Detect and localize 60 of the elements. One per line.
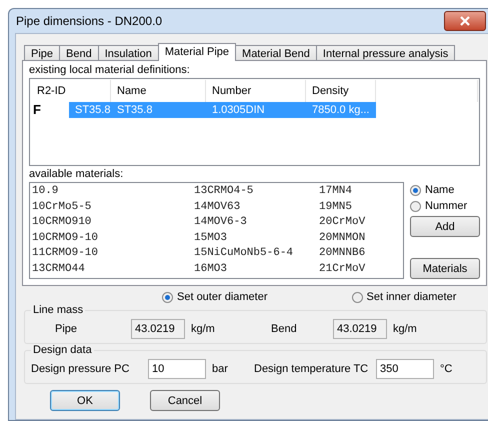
close-icon xyxy=(460,16,470,26)
radio-dot[interactable] xyxy=(352,292,362,302)
radio-option[interactable]: Set outer diameter xyxy=(162,291,268,303)
list-item[interactable]: 15NiCuMoNb5-6-4 xyxy=(194,246,319,262)
bend-mass-field[interactable]: 43.0219 xyxy=(333,319,387,339)
radio-dot[interactable] xyxy=(410,184,421,196)
tab[interactable]: Bend xyxy=(59,45,99,60)
tab[interactable]: Material Pipe xyxy=(158,43,236,61)
materials-button[interactable]: Materials xyxy=(410,258,480,279)
window-title: Pipe dimensions - DN200.0 xyxy=(16,14,162,28)
close-button[interactable] xyxy=(444,11,486,31)
field-label: Design pressure PC xyxy=(31,363,130,375)
list-item[interactable]: 19MN5 xyxy=(319,200,401,215)
list-item[interactable]: 20CrMoV xyxy=(319,215,401,230)
group-title: Design data xyxy=(31,344,94,356)
list-item[interactable]: 20MNNB6 xyxy=(319,246,401,262)
list-item[interactable]: 14MOV63 xyxy=(194,200,319,215)
list-item[interactable]: 11CRMO9-10 xyxy=(32,246,194,262)
pressure-field[interactable]: 10 xyxy=(148,359,206,379)
unit-label: bar xyxy=(212,363,229,375)
list-item[interactable]: 14MOV6-3 xyxy=(194,215,319,230)
list-item[interactable]: 20MNMON xyxy=(319,230,401,246)
unit-label: °C xyxy=(440,363,452,375)
group-title: Line mass xyxy=(31,304,86,316)
section-label: available materials: xyxy=(29,168,124,180)
list-row[interactable]: F ST35.8 ST35.8 1.0305DIN 7850.0 kg... xyxy=(31,102,478,118)
table-cell: ST35.8 xyxy=(111,102,206,118)
list-item[interactable]: 21CrMoV xyxy=(319,262,401,277)
list-item[interactable]: 13CRMO4-5 xyxy=(194,184,319,200)
unit-label: kg/m xyxy=(393,323,417,335)
list-item[interactable]: 10CRMO910 xyxy=(32,215,194,230)
radio-dot[interactable] xyxy=(410,200,421,212)
cancel-button[interactable]: Cancel xyxy=(150,390,220,411)
unit-label: kg/m xyxy=(191,323,216,335)
section-label: existing local material definitions: xyxy=(29,64,191,76)
tab[interactable]: Internal pressure analysis xyxy=(316,45,456,60)
temperature-field[interactable]: 350 xyxy=(376,359,434,379)
field-label: Pipe xyxy=(54,323,78,335)
field-label: Design temperature TC xyxy=(254,363,370,375)
pipe-mass-field[interactable]: 43.0219 xyxy=(131,319,185,339)
radio-option[interactable]: Nummer xyxy=(410,200,480,212)
radio-dot[interactable] xyxy=(162,292,173,302)
radio-option[interactable]: Name xyxy=(410,184,480,196)
list-item[interactable]: 15MO3 xyxy=(194,230,319,246)
field-label: Bend xyxy=(271,323,298,335)
list-item[interactable]: 10.9 xyxy=(32,184,194,200)
table-cell: 1.0305DIN xyxy=(206,102,306,118)
tab[interactable]: Pipe xyxy=(24,45,60,60)
radio-option[interactable]: Set inner diameter xyxy=(352,291,456,303)
list-item[interactable]: 17MN4 xyxy=(319,184,401,200)
list-item[interactable]: 10CrMo5-5 xyxy=(32,200,194,215)
tab[interactable]: Material Bend xyxy=(235,45,317,60)
table-cell: 7850.0 kg... xyxy=(306,102,376,118)
list-item[interactable]: 10CRMO9-10 xyxy=(32,230,194,246)
list-item[interactable]: 13CRMO44 xyxy=(32,262,194,277)
table-cell: ST35.8 xyxy=(69,102,111,118)
list-item[interactable]: 16MO3 xyxy=(194,262,319,277)
add-button[interactable]: Add xyxy=(410,216,480,237)
tab[interactable]: Insulation xyxy=(98,45,159,60)
ok-button[interactable]: OK xyxy=(50,390,120,411)
